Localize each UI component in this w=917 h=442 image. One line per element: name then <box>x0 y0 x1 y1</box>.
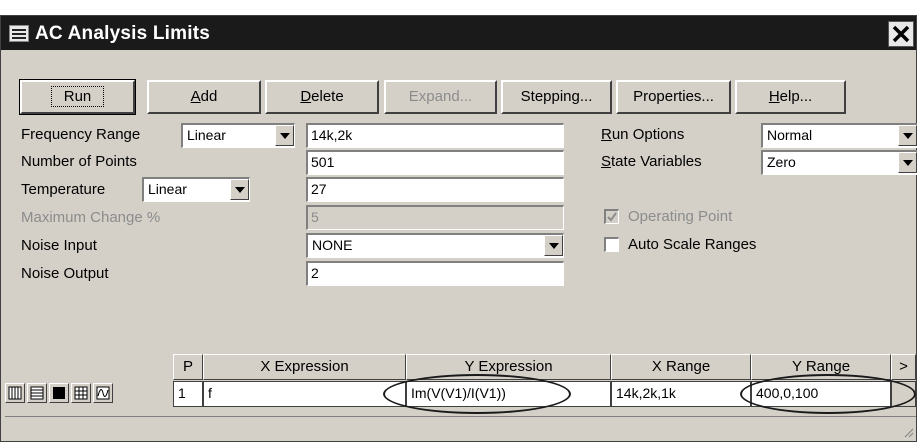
noise-input-value: NONE <box>312 237 353 253</box>
frequency-range-input[interactable]: 14k,2k <box>306 123 564 148</box>
maximum-change-input: 5 <box>306 205 564 230</box>
row-p-cell[interactable]: 1 <box>173 381 203 407</box>
operating-point-checkbox <box>604 209 619 224</box>
vertical-lines-icon[interactable] <box>5 383 25 403</box>
close-icon[interactable] <box>888 21 914 47</box>
noise-input-select[interactable]: NONE <box>306 233 564 258</box>
stepping-button[interactable]: Stepping... <box>501 80 612 114</box>
run-options-select[interactable]: Normal <box>761 123 917 148</box>
state-variables-label: State Variables <box>601 153 702 170</box>
column-header-y-range[interactable]: Y Range <box>751 354 891 380</box>
scroll-right-header[interactable]: > <box>891 354 916 380</box>
chevron-down-icon[interactable] <box>544 235 563 256</box>
waveform-icon[interactable] <box>93 383 113 403</box>
x-expression-cell[interactable]: f <box>203 381 406 407</box>
expand-button: Expand... <box>384 80 497 114</box>
run-options-value: Normal <box>767 127 813 143</box>
grid-icon[interactable] <box>71 383 91 403</box>
chevron-down-icon[interactable] <box>898 152 917 173</box>
row-overflow-cell <box>891 381 916 407</box>
horizontal-lines-icon[interactable] <box>27 383 47 403</box>
ac-analysis-limits-dialog: AC Analysis Limits Run Add Delete Expand… <box>0 15 917 442</box>
y-expression-cell[interactable]: Im(V(V1)/I(V1)) <box>406 381 611 407</box>
auto-scale-ranges-label: Auto Scale Ranges <box>628 236 757 253</box>
noise-output-label: Noise Output <box>21 265 109 282</box>
chevron-down-icon[interactable] <box>230 179 249 200</box>
title-bar[interactable]: AC Analysis Limits <box>1 16 916 50</box>
temperature-mode-select[interactable]: Linear <box>142 177 250 202</box>
run-options-label: Run Options <box>601 126 685 143</box>
column-header-x-expression[interactable]: X Expression <box>203 354 406 380</box>
auto-scale-ranges-checkbox[interactable] <box>604 237 619 252</box>
help-button[interactable]: Help... <box>735 80 846 114</box>
checkmark-icon <box>607 212 617 222</box>
resize-grip-icon[interactable] <box>902 426 914 438</box>
number-of-points-label: Number of Points <box>21 153 137 170</box>
noise-input-label: Noise Input <box>21 237 97 254</box>
maximum-change-label: Maximum Change % <box>21 209 161 226</box>
temperature-mode-value: Linear <box>148 181 187 197</box>
status-bar <box>5 416 916 440</box>
frequency-range-mode-value: Linear <box>187 127 226 143</box>
properties-button[interactable]: Properties... <box>616 80 731 114</box>
expression-grid: P X Expression Y Expression X Range Y Ra… <box>5 354 916 440</box>
window-title: AC Analysis Limits <box>35 23 210 44</box>
operating-point-label: Operating Point <box>628 208 733 225</box>
column-header-x-range[interactable]: X Range <box>611 354 751 380</box>
temperature-input[interactable]: 27 <box>306 177 564 202</box>
state-variables-select[interactable]: Zero <box>761 150 917 175</box>
frequency-range-label: Frequency Range <box>21 126 141 143</box>
add-button[interactable]: Add <box>147 80 261 114</box>
column-header-p[interactable]: P <box>173 354 203 380</box>
state-variables-value: Zero <box>767 154 796 170</box>
chevron-down-icon[interactable] <box>898 125 917 146</box>
run-button[interactable]: Run <box>19 79 136 115</box>
noise-output-input[interactable]: 2 <box>306 261 564 286</box>
frequency-range-mode-select[interactable]: Linear <box>181 123 295 148</box>
x-range-cell[interactable]: 14k,2k,1k <box>611 381 751 407</box>
solid-fill-icon[interactable] <box>49 383 69 403</box>
app-icon <box>9 25 29 42</box>
temperature-label: Temperature <box>21 181 106 198</box>
chevron-down-icon[interactable] <box>275 125 294 146</box>
delete-button[interactable]: Delete <box>265 80 379 114</box>
number-of-points-input[interactable]: 501 <box>306 150 564 175</box>
y-range-cell[interactable]: 400,0,100 <box>751 381 891 407</box>
column-header-y-expression[interactable]: Y Expression <box>406 354 611 380</box>
